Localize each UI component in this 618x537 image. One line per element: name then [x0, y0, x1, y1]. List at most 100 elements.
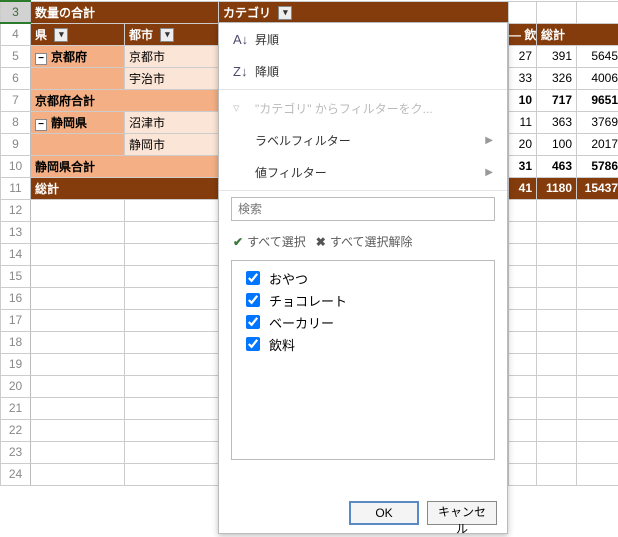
select-all-button[interactable]: ✔ すべて選択 — [233, 233, 306, 250]
cell-value: 391 — [537, 45, 577, 67]
row-header-13[interactable]: 13 — [1, 221, 31, 243]
filter-item-list: おやつ チョコレート ベーカリー 飲料 — [231, 260, 495, 460]
ok-button[interactable]: OK — [349, 501, 419, 525]
cell-subtotal: 京都府合計 — [31, 89, 219, 111]
cell-value: 326 — [537, 67, 577, 89]
sort-asc-item[interactable]: A↓ 昇順 — [219, 23, 507, 55]
cell-value: 20 — [509, 133, 537, 155]
select-all-row: ✔ すべて選択 ✖ すべて選択解除 — [219, 227, 507, 256]
row-header-3[interactable]: 3 — [1, 1, 31, 23]
sort-asc-label: 昇順 — [255, 31, 493, 48]
cell-value: 9651 — [577, 89, 618, 111]
cell-value: 10 — [509, 89, 537, 111]
value-filter-label: 値フィルター — [255, 164, 485, 181]
cell-value: 31 — [509, 155, 537, 177]
collapse-icon[interactable]: − — [35, 119, 47, 131]
pref-header-cell[interactable]: 県 ▾ — [31, 23, 125, 45]
deselect-all-button[interactable]: ✖ すべて選択解除 — [316, 233, 413, 250]
filter-checkbox[interactable] — [246, 271, 260, 285]
value-filter-item[interactable]: 値フィルター ▶ — [219, 156, 507, 188]
filter-item[interactable]: おやつ — [242, 267, 484, 289]
cell-city: 沼津市 — [125, 111, 219, 133]
row-header-10[interactable]: 10 — [1, 155, 31, 177]
collapse-icon[interactable]: − — [35, 53, 47, 65]
cell-value: 5786 — [577, 155, 618, 177]
row-header-24[interactable]: 24 — [1, 463, 31, 485]
cell-value: 363 — [537, 111, 577, 133]
row-3: 3 数量の合計 カテゴリ ▾ — [1, 1, 618, 23]
sort-desc-item[interactable]: Z↓ 降順 — [219, 55, 507, 87]
filter-checkbox[interactable] — [246, 293, 260, 307]
filter-checkbox[interactable] — [246, 337, 260, 351]
cell-value: 4006 — [577, 67, 618, 89]
filter-search-input[interactable] — [231, 197, 495, 221]
cell-subtotal: 静岡県合計 — [31, 155, 219, 177]
filter-item-label: おやつ — [269, 269, 308, 288]
filter-item-label: チョコレート — [269, 291, 347, 310]
row-header-4[interactable]: 4 — [1, 23, 31, 45]
deselect-all-label: すべて選択解除 — [330, 233, 413, 250]
row-header-6[interactable]: 6 — [1, 67, 31, 89]
sort-asc-icon: A↓ — [233, 32, 255, 47]
sort-desc-label: 降順 — [255, 63, 493, 80]
row-header-19[interactable]: 19 — [1, 353, 31, 375]
cell-city: 静岡市 — [125, 133, 219, 155]
cell-pref — [31, 133, 125, 155]
row-header-22[interactable]: 22 — [1, 419, 31, 441]
cell-value: 717 — [537, 89, 577, 111]
cell-value: 27 — [509, 45, 537, 67]
cell-value: 3769 — [577, 111, 618, 133]
row-header-8[interactable]: 8 — [1, 111, 31, 133]
funnel-clear-icon: ▿ — [233, 100, 255, 116]
row-header-12[interactable]: 12 — [1, 199, 31, 221]
filter-search-wrap — [231, 197, 495, 221]
cell-value: 41 — [509, 177, 537, 199]
menu-separator — [219, 89, 507, 90]
select-all-label: すべて選択 — [247, 233, 306, 250]
row-header-16[interactable]: 16 — [1, 287, 31, 309]
row-header-18[interactable]: 18 — [1, 331, 31, 353]
cell-value: 1180 — [537, 177, 577, 199]
row-header-11[interactable]: 11 — [1, 177, 31, 199]
cell-value: 11 — [509, 111, 537, 133]
menu-separator — [219, 190, 507, 191]
x-icon: ✖ — [316, 235, 326, 249]
clear-filter-item: ▿ "カテゴリ" からフィルターをク... — [219, 92, 507, 124]
category-dropdown-icon[interactable]: ▾ — [278, 6, 292, 20]
row-header-21[interactable]: 21 — [1, 397, 31, 419]
row-header-17[interactable]: 17 — [1, 309, 31, 331]
cell-city: 宇治市 — [125, 67, 219, 89]
filter-item[interactable]: 飲料 — [242, 333, 484, 355]
category-header-cell[interactable]: カテゴリ ▾ — [219, 1, 509, 23]
filter-item[interactable]: チョコレート — [242, 289, 484, 311]
cell-pref — [31, 67, 125, 89]
value-field-header: 数量の合計 — [31, 1, 219, 23]
city-dropdown-icon[interactable]: ▾ — [160, 28, 174, 42]
label-filter-item[interactable]: ラベルフィルター ▶ — [219, 124, 507, 156]
cell-value: 2017 — [577, 133, 618, 155]
filter-item[interactable]: ベーカリー — [242, 311, 484, 333]
cell-value: 33 — [509, 67, 537, 89]
pref-dropdown-icon[interactable]: ▾ — [54, 28, 68, 42]
check-icon: ✔ — [233, 235, 243, 249]
row-header-14[interactable]: 14 — [1, 243, 31, 265]
filter-menu: A↓ 昇順 Z↓ 降順 ▿ "カテゴリ" からフィルターをク... ラベルフィル… — [218, 22, 508, 534]
cell-pref: −静岡県 — [31, 111, 125, 133]
row-header-9[interactable]: 9 — [1, 133, 31, 155]
label-filter-label: ラベルフィルター — [255, 132, 485, 149]
cancel-button[interactable]: キャンセル — [427, 501, 497, 525]
submenu-arrow-icon: ▶ — [485, 167, 493, 178]
cell-pref: −京都府 — [31, 45, 125, 67]
city-header-cell[interactable]: 都市 ▾ — [125, 23, 219, 45]
submenu-arrow-icon: ▶ — [485, 135, 493, 146]
row-header-20[interactable]: 20 — [1, 375, 31, 397]
row-header-23[interactable]: 23 — [1, 441, 31, 463]
cell-value: 100 — [537, 133, 577, 155]
cell-value: 463 — [537, 155, 577, 177]
cell-value: 15437 — [577, 177, 618, 199]
filter-item-label: 飲料 — [269, 335, 295, 354]
row-header-7[interactable]: 7 — [1, 89, 31, 111]
filter-checkbox[interactable] — [246, 315, 260, 329]
row-header-5[interactable]: 5 — [1, 45, 31, 67]
row-header-15[interactable]: 15 — [1, 265, 31, 287]
